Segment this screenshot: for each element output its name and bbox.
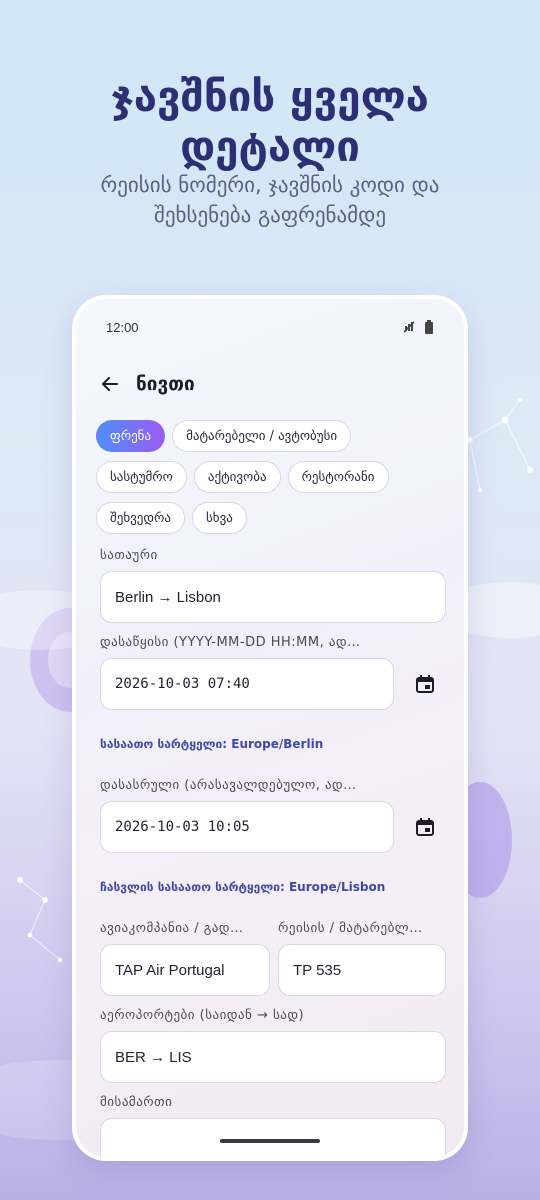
chip-flight[interactable]: ფრენა <box>96 420 166 452</box>
airports-input[interactable]: BER → LIS <box>100 1031 446 1083</box>
status-time: 12:00 <box>106 319 139 335</box>
battery-icon <box>425 320 433 334</box>
signal-icon <box>403 321 415 333</box>
category-chips: ფრენა მატარებელი / ავტობუსი სასტუმრო აქტ… <box>96 420 444 543</box>
chip-row: ფრენა მატარებელი / ავტობუსი <box>96 420 444 452</box>
address-input[interactable] <box>100 1118 446 1157</box>
page-title: ნივთი <box>136 373 195 395</box>
home-indicator <box>220 1139 320 1143</box>
start-calendar-button[interactable] <box>411 670 439 698</box>
back-button[interactable] <box>98 372 122 396</box>
promo-subline-line1: რეისის ნომერი, ჯავშნის კოდი და <box>100 173 440 197</box>
calendar-icon <box>416 818 434 836</box>
start-datetime-input[interactable]: 2026-10-03 07:40 <box>100 658 394 710</box>
airline-input[interactable]: TAP Air Portugal <box>100 944 270 996</box>
promo-subline: რეისის ნომერი, ჯავშნის კოდი და შეხსენება… <box>30 170 510 230</box>
promo-subline-line2: შეხსენება გაფრენამდე <box>153 203 386 227</box>
flight-number-label: რეისის / მატარებლ… <box>278 921 423 936</box>
promo-headline: ჯავშნის ყველა დეტალი <box>0 72 540 172</box>
chip-meeting[interactable]: შეხვედრა <box>96 502 185 534</box>
title-input[interactable]: Berlin → Lisbon <box>100 571 446 623</box>
status-bar: 12:00 <box>106 317 434 337</box>
calendar-icon <box>416 675 434 693</box>
promo-headline-line1: ჯავშნის ყველა <box>111 72 429 121</box>
end-label: დასასრული (არასავალდებულო, ად… <box>100 778 357 793</box>
start-label: დასაწყისი (YYYY-MM-DD HH:MM, ად… <box>100 635 361 650</box>
chip-train-bus[interactable]: მატარებელი / ავტობუსი <box>172 420 352 452</box>
title-label: სათაური <box>100 548 158 563</box>
chip-row: სასტუმრო აქტივობა რესტორანი <box>96 461 444 493</box>
end-calendar-button[interactable] <box>411 813 439 841</box>
promo-headline-line2: დეტალი <box>180 122 360 171</box>
chip-other[interactable]: სხვა <box>191 502 247 534</box>
address-label: მისამართი <box>100 1095 173 1110</box>
airports-label: აეროპორტები (საიდან → სად) <box>100 1008 305 1023</box>
flight-number-input[interactable]: TP 535 <box>278 944 446 996</box>
chip-row: შეხვედრა სხვა <box>96 502 444 534</box>
app-bar: ნივთი <box>98 369 442 399</box>
phone-frame: 12:00 ნივთი ფრენა მატარებელი / ავტობუსი … <box>72 295 468 1161</box>
app-screen: 12:00 ნივთი ფრენა მატარებელი / ავტობუსი … <box>76 299 464 1157</box>
chip-hotel[interactable]: სასტუმრო <box>96 461 187 493</box>
arrow-left-icon <box>102 377 118 391</box>
chip-activity[interactable]: აქტივობა <box>193 461 281 493</box>
chip-restaurant[interactable]: რესტორანი <box>287 461 389 493</box>
end-timezone-note: ჩასვლის სასაათო სარტყელი: Europe/Lisbon <box>100 880 386 894</box>
start-timezone-note: სასაათო სარტყელი: Europe/Berlin <box>100 737 324 751</box>
end-datetime-input[interactable]: 2026-10-03 10:05 <box>100 801 394 853</box>
airline-label: ავიაკომპანია / გად… <box>100 921 244 936</box>
